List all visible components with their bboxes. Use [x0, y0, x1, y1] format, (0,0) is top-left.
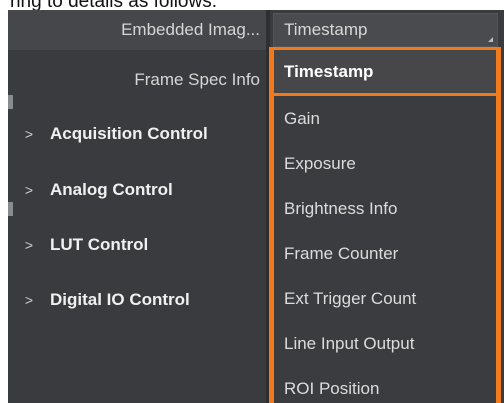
splitter-grip-handle[interactable]	[8, 202, 13, 216]
dropdown-option-gain[interactable]: Gain	[274, 96, 496, 141]
tree-group-label: Acquisition Control	[50, 124, 208, 143]
option-label: ROI Position	[284, 378, 380, 398]
dropdown-option-exposure[interactable]: Exposure	[274, 141, 496, 186]
embedded-image-info-select[interactable]: Timestamp	[273, 13, 498, 47]
dropdown-option-frame-counter[interactable]: Frame Counter	[274, 231, 496, 276]
dropdown-list: Timestamp Gain Exposure Brightness Info …	[269, 47, 501, 403]
dropdown-option-ext-trigger-count[interactable]: Ext Trigger Count	[274, 276, 496, 321]
dropdown-option-brightness-info[interactable]: Brightness Info	[274, 186, 496, 231]
option-label: Line Input Output	[284, 333, 415, 353]
tree-group-analog-control[interactable]: > Analog Control	[8, 170, 266, 210]
tree-item-embedded-image-info[interactable]: Embedded Imag...	[8, 10, 266, 50]
property-panel: Embedded Imag... Frame Spec Info > Acqui…	[8, 10, 504, 403]
chevron-right-icon[interactable]: >	[8, 292, 50, 308]
tree-group-label: Analog Control	[50, 180, 173, 199]
option-label: Timestamp	[284, 61, 374, 81]
tree-item-frame-spec-info[interactable]: Frame Spec Info	[8, 60, 266, 100]
dropdown-option-roi-position[interactable]: ROI Position	[274, 366, 496, 403]
dropdown-option-line-input-output[interactable]: Line Input Output	[274, 321, 496, 366]
tree-item-label: Embedded Imag...	[121, 20, 260, 39]
option-label: Frame Counter	[284, 243, 399, 263]
option-label: Ext Trigger Count	[284, 288, 417, 308]
tree-group-label: LUT Control	[50, 235, 149, 254]
tree-group-label: Digital IO Control	[50, 290, 190, 309]
tree-group-lut-control[interactable]: > LUT Control	[8, 225, 266, 265]
chevron-right-icon[interactable]: >	[8, 237, 50, 253]
tree-group-digital-io-control[interactable]: > Digital IO Control	[8, 280, 266, 320]
chevron-right-icon[interactable]: >	[8, 182, 50, 198]
option-label: Gain	[284, 108, 320, 128]
select-value: Timestamp	[284, 20, 368, 39]
dropdown-option-timestamp[interactable]: Timestamp	[274, 50, 496, 96]
tree-item-label: Frame Spec Info	[134, 70, 260, 89]
splitter-grip-handle[interactable]	[8, 95, 13, 109]
option-label: Brightness Info	[284, 198, 398, 218]
option-label: Exposure	[284, 153, 356, 173]
chevron-right-icon[interactable]: >	[8, 126, 50, 142]
tree-group-acquisition-control[interactable]: > Acquisition Control	[8, 114, 266, 154]
dropdown-arrow-icon[interactable]	[488, 37, 493, 42]
